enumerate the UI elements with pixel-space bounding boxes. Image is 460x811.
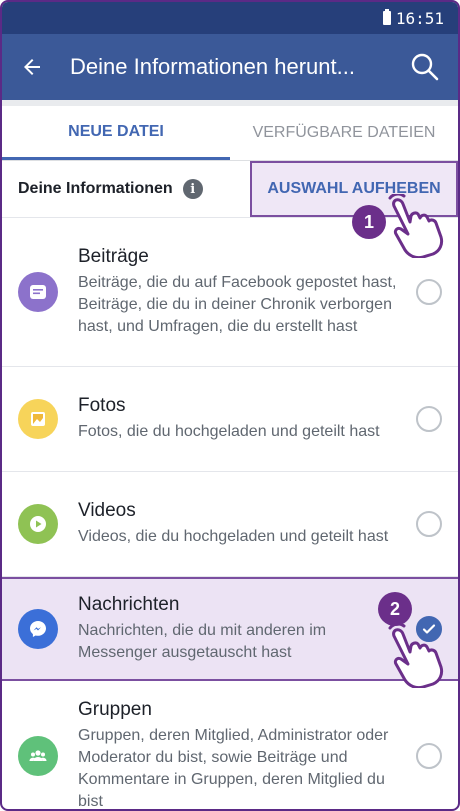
item-radio[interactable] <box>416 406 442 432</box>
tab-neue-datei[interactable]: NEUE DATEI <box>2 106 230 160</box>
phone-frame: 16:51 Deine Informationen herunt... NEUE… <box>0 0 460 811</box>
item-title: Videos <box>78 500 136 521</box>
step-badge-1: 1 <box>352 205 386 239</box>
post-icon <box>18 272 58 312</box>
status-bar: 16:51 <box>2 2 458 34</box>
step-badge-2: 2 <box>378 592 412 626</box>
pointing-hand-icon <box>388 194 444 258</box>
messenger-icon <box>18 609 58 649</box>
item-title: Nachrichten <box>78 594 180 615</box>
item-description: Beiträge, die du auf Facebook gepostet h… <box>78 274 397 335</box>
item-description: Fotos, die du hochgeladen und geteilt ha… <box>78 423 380 440</box>
arrow-left-icon[interactable] <box>18 53 46 81</box>
search-icon[interactable] <box>408 50 442 84</box>
info-icon[interactable]: i <box>182 179 203 199</box>
section-label: Deine Informationen <box>18 180 173 197</box>
app-bar: Deine Informationen herunt... <box>2 34 458 100</box>
groups-icon <box>18 736 58 776</box>
list-item-videos[interactable]: Videos Videos, die du hochgeladen und ge… <box>2 472 458 577</box>
pointing-hand-icon <box>388 624 444 688</box>
item-title: Gruppen <box>78 699 152 720</box>
battery-icon <box>382 9 391 25</box>
item-description: Nachrichten, die du mit anderen im Messe… <box>78 622 327 661</box>
tab-verfuegbare-dateien[interactable]: VERFÜGBARE DATEIEN <box>230 106 458 160</box>
item-radio[interactable] <box>416 279 442 305</box>
page-title: Deine Informationen herunt... <box>70 54 355 79</box>
list-item-gruppen[interactable]: Gruppen Gruppen, deren Mitglied, Adminis… <box>2 681 458 810</box>
item-title: Beiträge <box>78 246 149 267</box>
tab-bar: NEUE DATEI VERFÜGBARE DATEIEN <box>2 106 458 161</box>
photo-icon <box>18 399 58 439</box>
status-time: 16:51 <box>395 8 444 28</box>
item-title: Fotos <box>78 395 126 416</box>
item-description: Videos, die du hochgeladen und geteilt h… <box>78 528 389 545</box>
item-radio[interactable] <box>416 743 442 769</box>
item-description: Gruppen, deren Mitglied, Administrator o… <box>78 727 389 810</box>
item-radio[interactable] <box>416 511 442 537</box>
list-item-fotos[interactable]: Fotos Fotos, die du hochgeladen und gete… <box>2 367 458 472</box>
video-play-icon <box>18 504 58 544</box>
